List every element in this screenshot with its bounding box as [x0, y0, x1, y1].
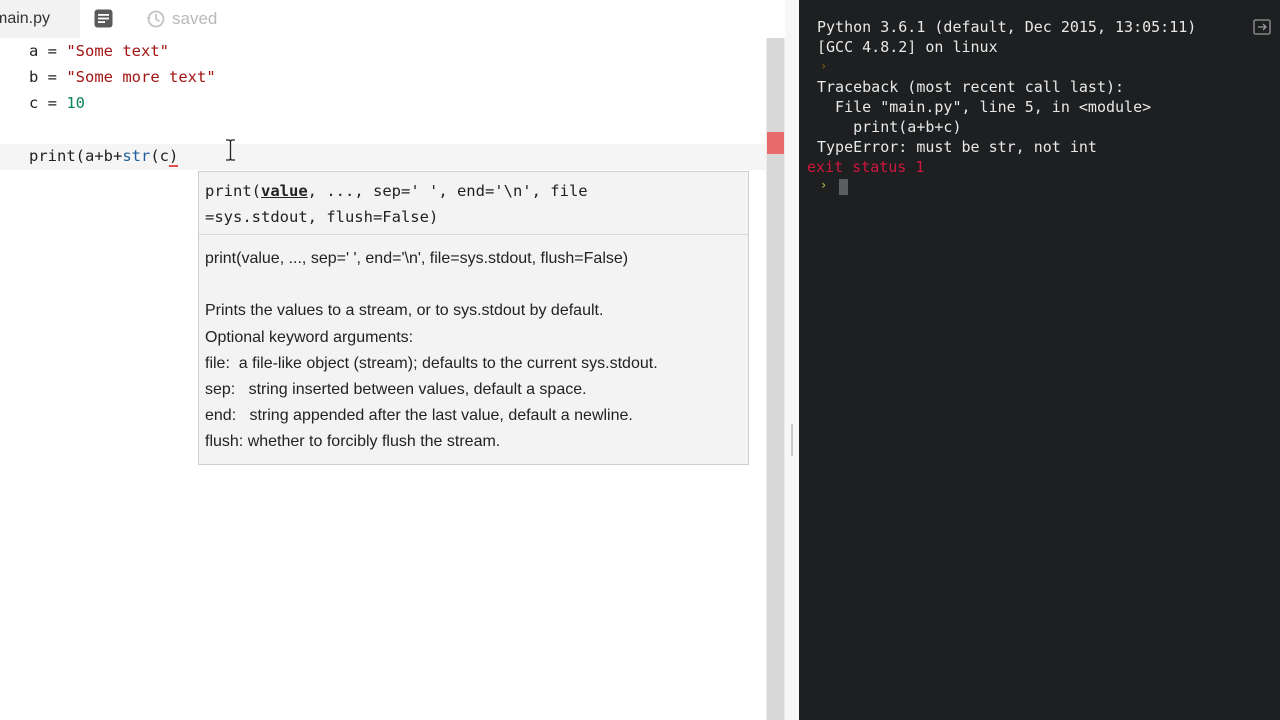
code-line-1[interactable]: a = "Some text"	[29, 38, 169, 64]
code-line-2[interactable]: b = "Some more text"	[29, 64, 216, 90]
doc-line: print(value, ..., sep=' ', end='\n', fil…	[205, 250, 629, 267]
code-prefix: print(a+b+	[29, 147, 123, 165]
code-var: c	[29, 94, 39, 112]
code-open-paren: (	[150, 147, 160, 165]
code-var: a	[29, 42, 39, 60]
code-line-3[interactable]: c = 10	[29, 90, 85, 116]
signature-active-param: value	[261, 182, 308, 200]
signature-divider	[199, 234, 748, 235]
format-icon[interactable]	[94, 9, 113, 28]
doc-line: end: string appended after the last valu…	[205, 407, 633, 425]
console-exit-status: exit status 1	[807, 158, 925, 176]
code-arg: c	[159, 147, 170, 165]
signature-header: print(value, ..., sep=' ', end='\n', fil…	[205, 178, 740, 230]
console-pane[interactable]: Python 3.6.1 (default, Dec 2015, 13:05:1…	[799, 0, 1280, 720]
save-status[interactable]: saved	[146, 8, 217, 30]
history-icon	[147, 10, 165, 28]
code-op: =	[38, 94, 67, 112]
doc-line	[205, 272, 745, 298]
pane-divider[interactable]	[785, 0, 799, 720]
signature-help-popup: print(value, ..., sep=' ', end='\n', fil…	[198, 171, 749, 465]
error-marker[interactable]	[767, 132, 784, 154]
doc-line: Prints the values to a stream, or to sys…	[205, 302, 604, 320]
console-traceback: Traceback (most recent call last):	[817, 78, 1125, 96]
code-number: 10	[66, 94, 86, 112]
saved-label: saved	[172, 9, 218, 28]
editor-tabbar: main.py saved	[0, 0, 785, 38]
text-cursor-icon	[226, 139, 235, 161]
signature-docstring: print(value, ..., sep=' ', end='\n', fil…	[205, 246, 745, 456]
code-builtin: str	[122, 147, 151, 165]
resize-handle[interactable]	[791, 424, 793, 456]
expand-icon[interactable]	[1253, 18, 1271, 36]
code-line-5[interactable]: print(a+b+str(c)	[29, 143, 179, 169]
console-gcc-line: [GCC 4.8.2] on linux	[817, 38, 998, 56]
editor-pane: main.py saved a = "Some text" b = "Some …	[0, 0, 785, 720]
prompt-icon: ›	[820, 59, 828, 73]
console-file-line: File "main.py", line 5, in <module>	[817, 98, 1152, 116]
code-string: "Some more text"	[66, 68, 216, 86]
code-var: b	[29, 68, 39, 86]
console-code-line: print(a+b+c)	[817, 118, 962, 136]
code-string: "Some text"	[66, 42, 169, 60]
doc-line: flush: whether to forcibly flush the str…	[205, 433, 501, 451]
code-op: =	[38, 42, 67, 60]
doc-line: Optional keyword arguments:	[205, 328, 414, 346]
console-cursor	[839, 179, 848, 195]
doc-line: sep: string inserted between values, def…	[205, 380, 587, 398]
code-op: =	[38, 68, 67, 86]
console-error: TypeError: must be str, not int	[817, 138, 1097, 156]
file-tab-main-py[interactable]: main.py	[0, 0, 80, 38]
prompt-icon: ›	[820, 178, 828, 192]
code-close-paren: )	[169, 147, 179, 167]
console-version-line: Python 3.6.1 (default, Dec 2015, 13:05:1…	[817, 18, 1197, 36]
doc-line: file: a file-like object (stream); defau…	[205, 354, 658, 372]
signature-prefix: print(	[205, 182, 261, 200]
